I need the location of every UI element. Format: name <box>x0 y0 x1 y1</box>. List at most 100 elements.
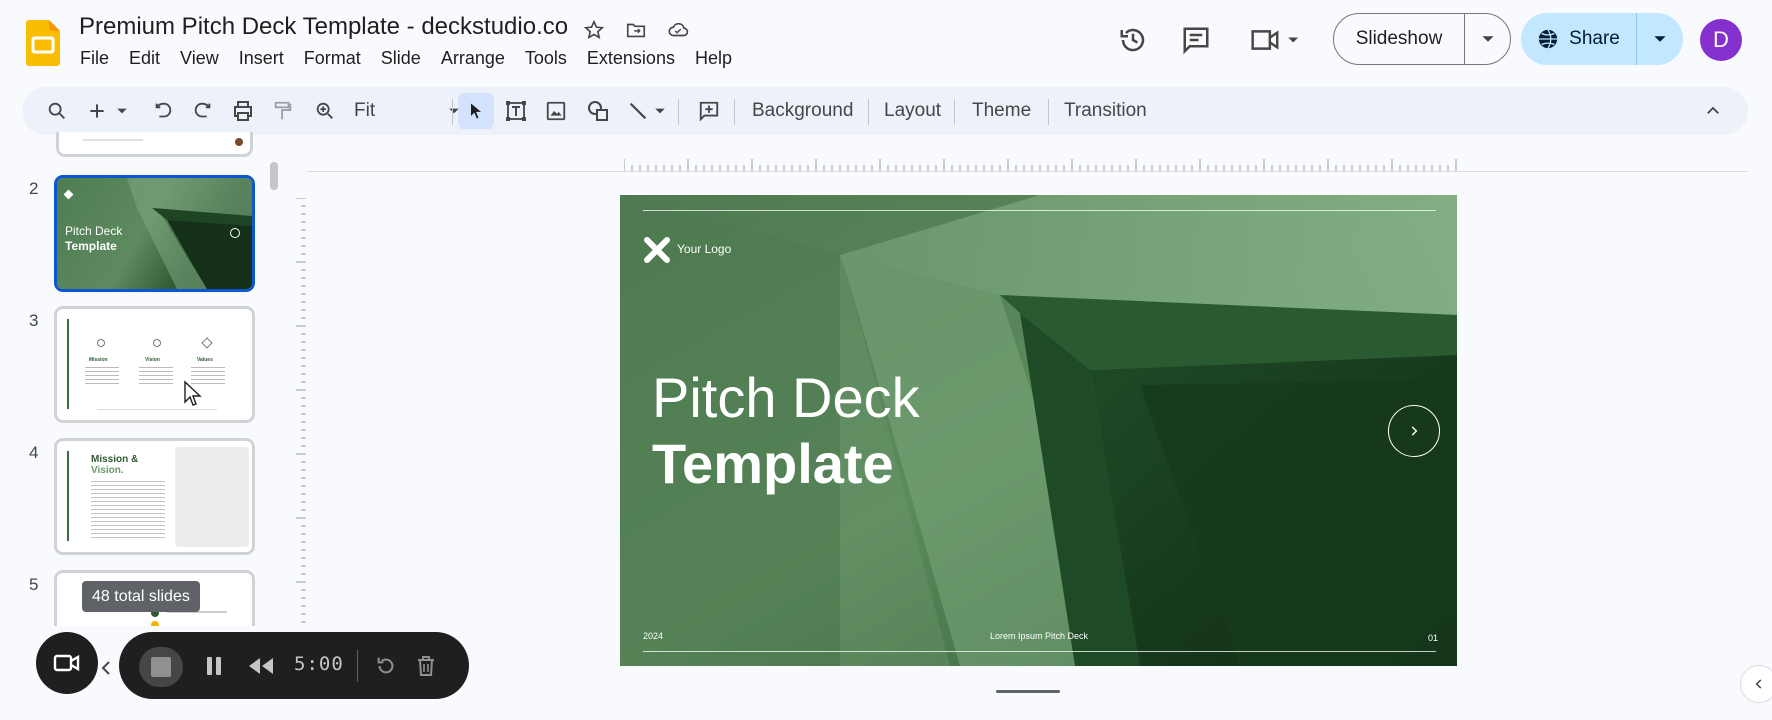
new-slide-layout-dropdown[interactable] <box>114 87 130 135</box>
layout-button[interactable]: Layout <box>874 87 951 135</box>
shapes-icon[interactable] <box>581 87 615 135</box>
menu-arrange[interactable]: Arrange <box>431 46 515 71</box>
thumb-next-icon <box>230 228 240 238</box>
menu-help[interactable]: Help <box>685 46 742 71</box>
speaker-notes-drag-handle[interactable] <box>996 690 1060 693</box>
add-comment-icon[interactable] <box>692 87 726 135</box>
share-options-dropdown[interactable] <box>1637 13 1683 65</box>
version-history-icon[interactable] <box>1115 22 1151 58</box>
thumb-title: Pitch Deck Template <box>65 224 122 254</box>
insert-image-icon[interactable] <box>539 87 573 135</box>
print-icon[interactable] <box>226 87 260 135</box>
slide-footer-year: 2024 <box>643 631 664 641</box>
menu-slide[interactable]: Slide <box>371 46 431 71</box>
stop-recording-button[interactable] <box>139 647 183 687</box>
menu-file[interactable]: File <box>70 46 119 71</box>
theme-button[interactable]: Theme <box>962 87 1041 135</box>
slideshow-button[interactable]: Slideshow <box>1334 14 1465 64</box>
star-icon[interactable] <box>580 16 608 44</box>
slide-thumbnail-1[interactable] <box>56 132 253 157</box>
menu-insert[interactable]: Insert <box>229 46 294 71</box>
chevron-down-icon <box>1481 36 1494 42</box>
toolbar-divider <box>678 99 679 125</box>
thumb-footer-line <box>97 409 217 410</box>
total-slides-tooltip: 48 total slides <box>82 581 200 612</box>
slideshow-options-dropdown[interactable] <box>1465 14 1510 64</box>
cloud-saved-icon[interactable] <box>664 16 692 44</box>
side-panel-toggle[interactable] <box>1740 665 1772 703</box>
chevron-right-icon <box>1411 426 1418 436</box>
comments-icon[interactable] <box>1178 22 1214 58</box>
slideshow-button-group: Slideshow <box>1333 13 1511 65</box>
mouse-cursor-icon <box>184 380 202 406</box>
zoom-select[interactable]: Fit <box>350 87 460 135</box>
line-type-dropdown[interactable] <box>652 87 668 135</box>
toolbar-divider <box>868 99 869 125</box>
slide-number: 4 <box>29 443 39 462</box>
values-icon <box>201 337 213 349</box>
recorder-divider <box>357 650 358 682</box>
search-menus-icon[interactable] <box>40 87 74 135</box>
menu-format[interactable]: Format <box>294 46 371 71</box>
recording-camera-button[interactable] <box>36 632 98 694</box>
move-folder-icon[interactable] <box>622 16 650 44</box>
slide-bottom-rule <box>643 651 1436 652</box>
zoom-value: Fit <box>354 100 376 121</box>
share-label: Share <box>1569 28 1620 49</box>
restart-recording-button[interactable] <box>369 632 403 699</box>
chevron-down-icon <box>1654 36 1666 42</box>
collapse-toolbar-icon[interactable] <box>1696 87 1730 135</box>
slide-top-rule <box>643 210 1436 211</box>
share-button-group: Share <box>1521 13 1683 65</box>
recording-timer: 5:00 <box>294 653 344 675</box>
background-button[interactable]: Background <box>742 87 863 135</box>
zoom-icon[interactable] <box>308 87 342 135</box>
toolbar-divider <box>452 99 453 125</box>
undo-icon[interactable] <box>146 87 180 135</box>
rewind-button[interactable] <box>241 632 281 699</box>
menu-tools[interactable]: Tools <box>515 46 577 71</box>
thumb-title-line2: Template <box>65 239 117 253</box>
text-box-icon[interactable] <box>499 87 533 135</box>
pause-button[interactable] <box>197 632 231 699</box>
thumb-accent-bar <box>67 319 69 409</box>
line-icon[interactable] <box>621 87 655 135</box>
slide-title-line2[interactable]: Template <box>652 431 894 496</box>
horizontal-ruler[interactable] <box>624 157 1458 171</box>
recorder-collapse-icon[interactable] <box>100 660 112 681</box>
paint-format-icon[interactable] <box>266 87 300 135</box>
new-slide-icon[interactable] <box>80 87 114 135</box>
slide-footer-page: 01 <box>1428 633 1439 643</box>
thumb-text-line <box>83 139 143 141</box>
slide-next-button <box>1388 405 1440 457</box>
transition-button[interactable]: Transition <box>1054 87 1157 135</box>
menu-view[interactable]: View <box>170 46 229 71</box>
slide-number: 2 <box>29 179 39 198</box>
menu-edit[interactable]: Edit <box>119 46 170 71</box>
trash-icon <box>418 655 434 676</box>
slide-title-line1[interactable]: Pitch Deck <box>652 365 920 430</box>
redo-icon[interactable] <box>186 87 220 135</box>
chevron-down-icon <box>655 108 665 114</box>
menu-extensions[interactable]: Extensions <box>577 46 685 71</box>
toolbar: Fit Background Layout Theme Transition <box>22 87 1748 135</box>
current-slide[interactable]: Your Logo Pitch Deck Template 2024 Lorem… <box>620 195 1457 666</box>
slide-thumbnail-2[interactable]: Pitch Deck Template <box>54 175 255 292</box>
thumb-text-block <box>139 367 173 387</box>
account-avatar[interactable]: D <box>1700 19 1742 61</box>
share-button[interactable]: Share <box>1521 13 1637 65</box>
slides-logo-icon[interactable] <box>26 20 60 66</box>
vertical-ruler[interactable] <box>296 198 306 628</box>
delete-recording-button[interactable] <box>409 632 443 699</box>
chevron-left-icon <box>1755 679 1762 689</box>
video-camera-icon <box>53 654 80 672</box>
select-cursor-icon[interactable] <box>459 87 493 135</box>
meet-video-icon[interactable] <box>1248 22 1304 58</box>
filmstrip-scrollbar[interactable] <box>270 162 278 190</box>
slide-thumbnail-3[interactable]: Mission Vision Values <box>54 306 255 423</box>
slide-thumbnail-4[interactable]: Mission & Vision. <box>54 438 255 555</box>
document-title[interactable]: Premium Pitch Deck Template - deckstudio… <box>79 13 568 41</box>
globe-icon <box>1538 29 1558 49</box>
canvas-top-border <box>307 171 1748 172</box>
stop-icon <box>151 657 171 677</box>
